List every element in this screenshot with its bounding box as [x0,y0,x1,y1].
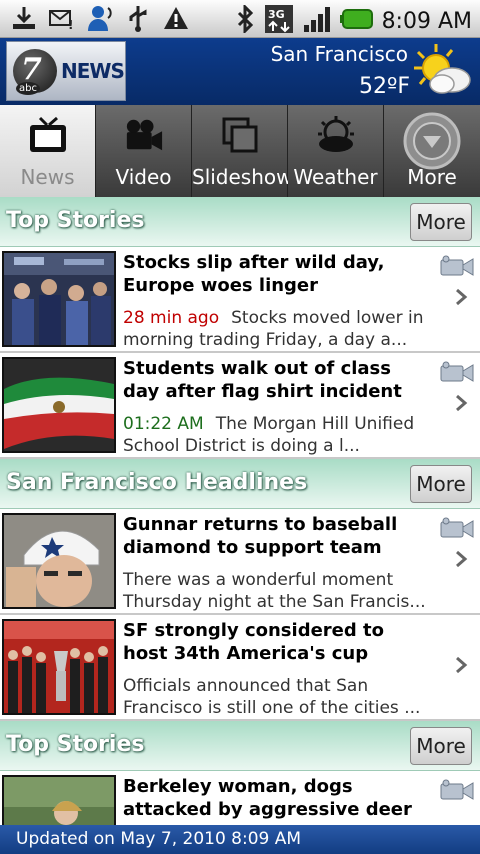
video-camera-icon [440,255,474,277]
story-row[interactable]: Stocks slip after wild day, Europe woes … [0,247,480,353]
chevron-right-icon [454,549,468,574]
section-title: San Francisco Headlines [6,470,308,495]
section-header-top-stories: Top Stories More [0,197,480,247]
story-row[interactable]: Gunnar returns to baseball diamond to su… [0,509,480,615]
bluetooth-icon [234,3,256,37]
tv-icon [28,115,68,155]
signal-icon [302,5,332,37]
logo-seven-circle: 7 abc [13,49,57,95]
more-button[interactable]: More [410,465,472,503]
chevron-right-icon [454,393,468,418]
status-bar: ! 3G 8:09 AM [0,0,480,38]
news-list[interactable]: Top Stories More Stocks slip after wild … [0,197,480,825]
logo-text: NEWS [61,59,125,83]
story-headline: Gunnar returns to baseball diamond to su… [123,514,398,558]
svg-text:3G: 3G [268,8,285,21]
section-title: Top Stories [6,732,145,757]
last-updated-bar: Updated on May 7, 2010 8:09 AM [0,825,480,854]
chevron-down-icon [402,111,462,171]
chevron-right-icon [454,287,468,312]
tab-video-label: Video [115,165,172,189]
city-name: San Francisco [270,42,408,66]
section-header-san-francisco-headlines: San Francisco Headlines More [0,459,480,509]
story-thumbnail [2,513,116,609]
story-headline: Stocks slip after wild day, Europe woes … [123,252,385,296]
story-blurb: 01:22 AM The Morgan Hill Unified School D… [123,413,433,457]
story-blurb: There was a wonderful moment Thursday ni… [123,570,426,612]
story-row[interactable]: Students walk out of class day after fla… [0,353,480,459]
clock: 8:09 AM [381,8,472,34]
tab-slideshow[interactable]: Slideshow [192,105,293,197]
chevron-right-icon [454,655,468,680]
story-headline: SF strongly considered to host 34th Amer… [123,620,384,664]
story-time: 01:22 AM [123,414,204,434]
svg-text:!: ! [68,18,73,30]
story-thumbnail [2,251,116,347]
video-camera-icon [440,779,474,801]
more-button[interactable]: More [410,203,472,241]
story-headline: Berkeley woman, dogs attacked by aggress… [123,776,412,820]
3g-icon: 3G [264,4,294,38]
weather-icon [316,115,356,155]
story-row[interactable]: SF strongly considered to host 34th Amer… [0,615,480,721]
contact-sync-icon [86,4,114,32]
more-button[interactable]: More [410,727,472,765]
video-camera-icon [440,361,474,383]
story-blurb: Officials announced that San Francisco i… [123,676,421,718]
tab-video[interactable]: Video [96,105,192,197]
app-header: 7 abc NEWS San Francisco 52ºF [0,38,480,105]
story-headline: Students walk out of class day after fla… [123,358,402,402]
tab-bar: News Video Slideshow Weather More [0,105,480,197]
section-title: Top Stories [6,208,145,233]
battery-icon [339,8,374,34]
video-camera-icon [440,517,474,539]
story-blurb: 28 min ago Stocks moved lower in morning … [123,307,433,351]
section-header-top-stories: Top Stories More [0,721,480,771]
partly-cloudy-icon[interactable] [412,42,474,100]
abc7-news-logo[interactable]: 7 abc NEWS [6,41,126,101]
temperature: 52ºF [358,74,410,99]
tab-weather[interactable]: Weather [288,105,384,197]
story-time: 28 min ago [123,308,220,328]
tab-more[interactable]: More [384,105,480,197]
tab-news-label: News [20,165,75,189]
logo-abc: abc [16,82,40,95]
mail-icon: ! [48,4,76,32]
story-thumbnail [2,357,116,453]
story-thumbnail [2,775,116,825]
story-thumbnail [2,619,116,715]
tab-news[interactable]: News [0,105,96,197]
story-row[interactable]: Berkeley woman, dogs attacked by aggress… [0,771,480,825]
video-camera-icon [124,115,164,155]
tab-more-label: More [407,165,457,189]
usb-icon [124,4,152,32]
tab-weather-label: Weather [293,165,378,189]
download-icon [10,4,38,32]
slideshow-icon [220,115,260,155]
tab-slideshow-label: Slideshow [192,165,293,189]
warning-icon [162,4,190,32]
